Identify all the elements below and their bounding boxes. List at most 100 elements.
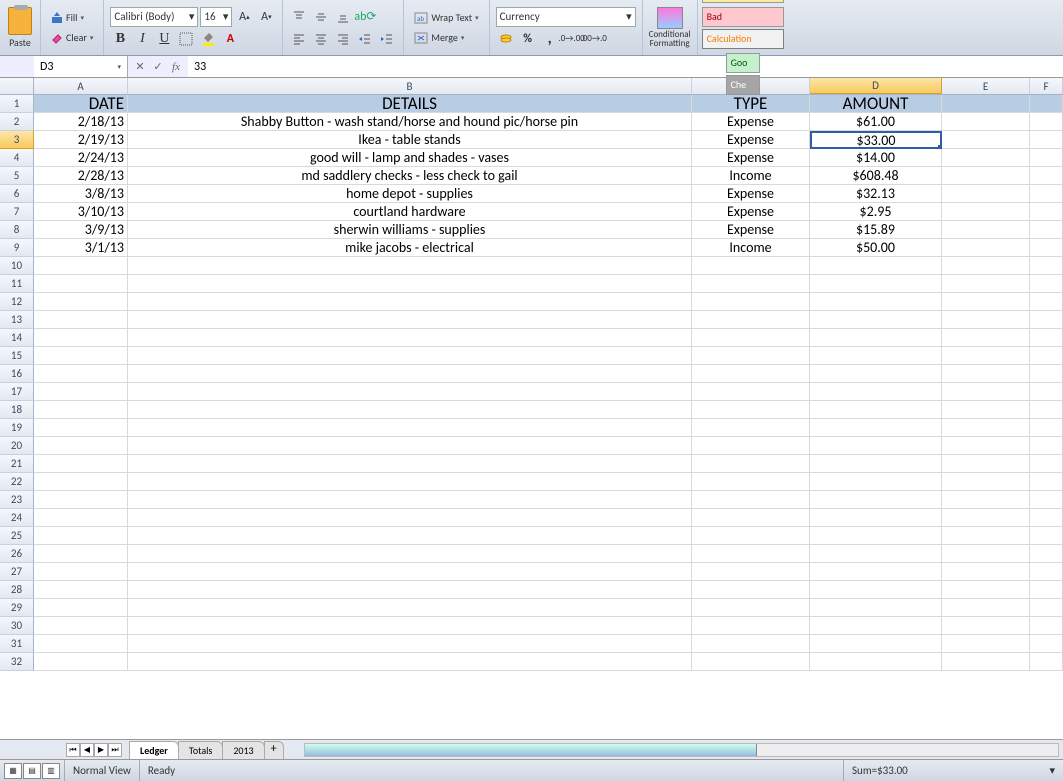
cell[interactable] xyxy=(1030,329,1063,347)
grow-font-button[interactable]: A▴ xyxy=(234,7,254,27)
cell[interactable] xyxy=(1030,419,1063,437)
cell[interactable] xyxy=(128,491,692,509)
conditional-formatting-button[interactable]: Conditional Formatting xyxy=(643,0,698,55)
cell[interactable] xyxy=(34,581,128,599)
cell[interactable] xyxy=(942,311,1030,329)
cell[interactable]: md saddlery checks - less check to gail xyxy=(128,167,692,185)
cell[interactable] xyxy=(810,365,942,383)
add-sheet-button[interactable]: + xyxy=(264,741,284,759)
cell[interactable] xyxy=(1030,635,1063,653)
cell[interactable] xyxy=(34,455,128,473)
row-header[interactable]: 22 xyxy=(0,473,34,491)
row-header[interactable]: 10 xyxy=(0,257,34,275)
cell[interactable] xyxy=(34,437,128,455)
column-header-D[interactable]: D xyxy=(810,78,942,94)
cancel-formula-button[interactable]: ✕ xyxy=(132,59,148,75)
cell[interactable]: Ikea - table stands xyxy=(128,131,692,149)
cell[interactable] xyxy=(692,653,810,671)
cell[interactable]: 3/9/13 xyxy=(34,221,128,239)
cell[interactable]: $33.00 xyxy=(810,131,942,149)
row-header[interactable]: 31 xyxy=(0,635,34,653)
cell[interactable] xyxy=(128,527,692,545)
cell[interactable] xyxy=(942,509,1030,527)
cell[interactable] xyxy=(34,617,128,635)
cell[interactable]: Income xyxy=(692,167,810,185)
row-header[interactable]: 7 xyxy=(0,203,34,221)
comma-button[interactable]: , xyxy=(540,29,560,49)
cell[interactable] xyxy=(942,275,1030,293)
row-header[interactable]: 2 xyxy=(0,113,34,131)
sheet-tab[interactable]: Ledger xyxy=(129,741,179,759)
column-header-F[interactable]: F xyxy=(1030,78,1063,94)
cell[interactable]: Income xyxy=(692,239,810,257)
column-header-A[interactable]: A xyxy=(34,78,128,94)
percent-button[interactable]: % xyxy=(518,29,538,49)
cell[interactable] xyxy=(692,365,810,383)
cell[interactable] xyxy=(1030,527,1063,545)
row-header[interactable]: 28 xyxy=(0,581,34,599)
shrink-font-button[interactable]: A▾ xyxy=(256,7,276,27)
cell[interactable] xyxy=(810,653,942,671)
cell[interactable]: $2.95 xyxy=(810,203,942,221)
fx-button[interactable]: fx xyxy=(168,59,184,75)
cell[interactable] xyxy=(1030,365,1063,383)
cell[interactable] xyxy=(1030,203,1063,221)
cell[interactable] xyxy=(692,545,810,563)
sheet-tab[interactable]: Totals xyxy=(178,741,223,759)
cell[interactable] xyxy=(1030,275,1063,293)
cell[interactable] xyxy=(810,347,942,365)
page-break-view-button[interactable]: ▥ xyxy=(42,763,60,779)
row-header[interactable]: 26 xyxy=(0,545,34,563)
cell[interactable] xyxy=(942,491,1030,509)
row-header[interactable]: 27 xyxy=(0,563,34,581)
cell[interactable] xyxy=(942,221,1030,239)
align-middle-button[interactable] xyxy=(311,7,331,27)
decrease-decimal-button[interactable]: .00→.0 xyxy=(584,29,604,49)
cell[interactable] xyxy=(1030,455,1063,473)
cell[interactable] xyxy=(128,383,692,401)
cell[interactable] xyxy=(942,293,1030,311)
row-header[interactable]: 13 xyxy=(0,311,34,329)
font-color-button[interactable]: A xyxy=(220,29,240,49)
cell[interactable] xyxy=(810,473,942,491)
cell[interactable] xyxy=(692,419,810,437)
cell[interactable] xyxy=(1030,221,1063,239)
cell[interactable]: home depot - supplies xyxy=(128,185,692,203)
cell[interactable] xyxy=(1030,131,1063,149)
cell[interactable] xyxy=(34,653,128,671)
fill-color-button[interactable] xyxy=(198,29,218,49)
row-header[interactable]: 6 xyxy=(0,185,34,203)
cell[interactable] xyxy=(942,383,1030,401)
cell[interactable]: mike jacobs - electrical xyxy=(128,239,692,257)
cell[interactable] xyxy=(692,581,810,599)
cell[interactable] xyxy=(942,185,1030,203)
cell[interactable] xyxy=(810,455,942,473)
cell[interactable] xyxy=(34,293,128,311)
cell[interactable] xyxy=(1030,257,1063,275)
row-header[interactable]: 15 xyxy=(0,347,34,365)
align-center-button[interactable] xyxy=(311,29,331,49)
cell[interactable] xyxy=(942,617,1030,635)
cell[interactable] xyxy=(34,527,128,545)
cell[interactable]: Expense xyxy=(692,185,810,203)
cell[interactable] xyxy=(1030,491,1063,509)
cell[interactable]: $61.00 xyxy=(810,113,942,131)
cell[interactable] xyxy=(1030,113,1063,131)
row-header[interactable]: 18 xyxy=(0,401,34,419)
cell[interactable] xyxy=(942,545,1030,563)
cell[interactable] xyxy=(942,149,1030,167)
cell[interactable] xyxy=(34,383,128,401)
align-left-button[interactable] xyxy=(289,29,309,49)
cell[interactable] xyxy=(810,401,942,419)
select-all-corner[interactable] xyxy=(0,78,34,94)
sheet-tab[interactable]: 2013 xyxy=(222,741,264,759)
cell[interactable] xyxy=(810,527,942,545)
cell[interactable] xyxy=(34,329,128,347)
italic-button[interactable]: I xyxy=(132,29,152,49)
cell[interactable] xyxy=(692,491,810,509)
cell[interactable] xyxy=(1030,437,1063,455)
cell[interactable] xyxy=(1030,185,1063,203)
cell[interactable]: Expense xyxy=(692,203,810,221)
row-header[interactable]: 8 xyxy=(0,221,34,239)
cell[interactable]: Expense xyxy=(692,131,810,149)
